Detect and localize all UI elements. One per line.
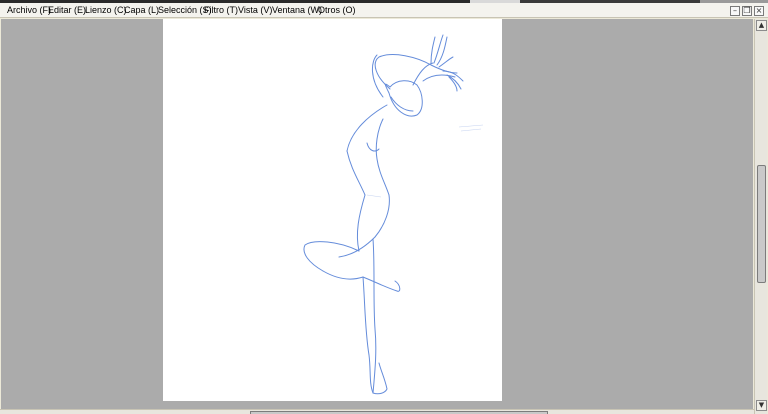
menu-bar: Archivo (F) Editar (E) Lienzo (C) Capa (…	[0, 3, 768, 18]
menu-vista[interactable]: Vista (V)	[238, 5, 272, 16]
drawing-canvas[interactable]	[163, 19, 502, 401]
figure-sketch	[303, 34, 484, 395]
menu-capa[interactable]: Capa (L)	[124, 5, 159, 16]
restore-button[interactable]: ❐	[742, 6, 752, 16]
scroll-down-arrow-icon[interactable]: ▼	[756, 400, 767, 411]
vertical-scroll-thumb[interactable]	[757, 165, 766, 283]
menu-lienzo[interactable]: Lienzo (C)	[85, 5, 127, 16]
restore-icon: ❐	[743, 6, 751, 15]
minimize-button[interactable]: –	[730, 6, 740, 16]
close-button[interactable]: ×	[754, 6, 764, 16]
window-controls: – ❐ ×	[730, 6, 764, 17]
minimize-icon: –	[733, 6, 737, 15]
menu-otros[interactable]: Otros (O)	[318, 5, 356, 16]
menu-filtro[interactable]: Filtro (T)	[204, 5, 238, 16]
canvas-area[interactable]	[1, 19, 753, 409]
horizontal-scrollbar[interactable]	[0, 409, 754, 414]
vertical-scrollbar[interactable]: ▲ ▼	[754, 19, 767, 414]
close-icon: ×	[755, 6, 763, 15]
menu-archivo[interactable]: Archivo (F)	[7, 5, 51, 16]
scroll-up-arrow-icon[interactable]: ▲	[756, 20, 767, 31]
menu-editar[interactable]: Editar (E)	[48, 5, 86, 16]
menu-ventana[interactable]: Ventana (W)	[272, 5, 322, 16]
